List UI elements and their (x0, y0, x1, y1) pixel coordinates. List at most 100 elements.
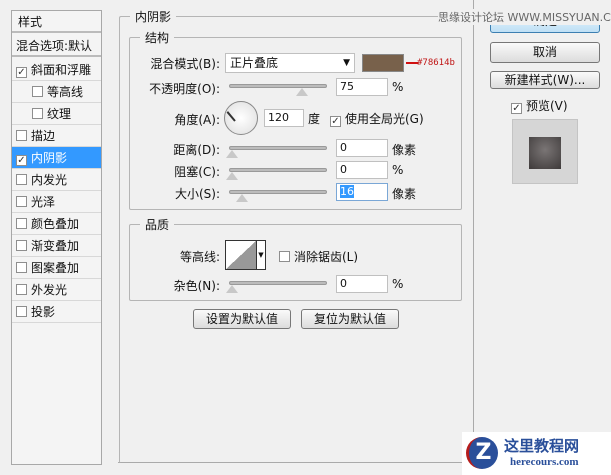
color-annotation: #78614b (417, 58, 455, 68)
blending-options-default[interactable]: 混合选项:默认 (12, 35, 101, 57)
style-item-label: 渐变叠加 (31, 239, 80, 253)
style-item-label: 颜色叠加 (31, 217, 80, 231)
watermark-top: 思缘设计论坛 WWW.MISSYUAN.COM (438, 9, 611, 25)
preview-label: 预览(V) (526, 99, 568, 113)
style-item[interactable]: 内发光 (12, 169, 101, 191)
slider-thumb[interactable] (235, 194, 248, 202)
style-item[interactable]: 纹理 (12, 103, 101, 125)
noise-input[interactable]: 0 (336, 275, 388, 293)
size-value: 16 (340, 185, 354, 198)
choke-unit: % (392, 163, 404, 177)
checkbox[interactable] (32, 86, 43, 97)
contour-picker[interactable]: ▼ (225, 240, 266, 270)
inner-shadow-title: 内阴影 (135, 10, 172, 24)
style-item[interactable]: 渐变叠加 (12, 235, 101, 257)
checkbox[interactable]: ✓ (330, 116, 341, 127)
checkbox[interactable] (16, 284, 27, 295)
choke-slider[interactable] (225, 168, 327, 180)
style-item-label: 等高线 (47, 85, 84, 99)
distance-label: 距离(D): (173, 143, 220, 157)
logo-text-en: herecours.com (510, 456, 579, 468)
angle-input[interactable]: 120 (264, 109, 304, 127)
style-item-label: 描边 (31, 129, 56, 143)
noise-unit: % (392, 277, 404, 291)
style-item-label: 斜面和浮雕 (31, 63, 92, 77)
checkbox[interactable] (16, 306, 27, 317)
style-item[interactable]: 描边 (12, 125, 101, 147)
new-style-button[interactable]: 新建样式(W)... (490, 71, 600, 89)
checkbox[interactable] (16, 174, 27, 185)
global-light-checkbox[interactable]: ✓ 使用全局光(G) (330, 110, 424, 127)
opacity-input[interactable]: 75 (336, 78, 388, 96)
style-item-label: 内阴影 (31, 151, 68, 165)
blend-mode-label: 混合模式(B): (150, 57, 220, 71)
style-item-label: 投影 (31, 305, 56, 319)
checkbox[interactable] (16, 130, 27, 141)
quality-title: 品质 (145, 218, 170, 232)
slider-thumb[interactable] (225, 172, 238, 180)
size-label: 大小(S): (174, 187, 220, 201)
blend-mode-value: 正片叠底 (230, 56, 279, 70)
choke-label: 阻塞(C): (174, 165, 220, 179)
style-item[interactable]: 光泽 (12, 191, 101, 213)
blend-mode-select[interactable]: 正片叠底 ▼ (225, 53, 355, 73)
contour-preview (226, 241, 256, 269)
logo-watermark: Z 这里教程网 herecours.com (462, 432, 611, 475)
slider-thumb[interactable] (296, 88, 308, 96)
style-item[interactable]: 外发光 (12, 279, 101, 301)
opacity-slider[interactable] (229, 84, 327, 96)
angle-needle (226, 111, 236, 122)
distance-slider[interactable] (225, 146, 327, 158)
checkbox[interactable] (16, 196, 27, 207)
angle-unit: 度 (308, 112, 321, 126)
logo-icon: Z (466, 437, 498, 469)
angle-dial[interactable] (224, 101, 258, 135)
chevron-down-icon: ▼ (343, 58, 350, 68)
style-item[interactable]: 颜色叠加 (12, 213, 101, 235)
global-light-label: 使用全局光(G) (345, 112, 424, 126)
checkbox[interactable] (32, 108, 43, 119)
contour-label: 等高线: (179, 250, 220, 264)
logo-text-cn: 这里教程网 (504, 437, 580, 455)
preview-swatch (529, 137, 561, 169)
style-item[interactable]: ✓ 斜面和浮雕 (12, 59, 101, 81)
style-item-label: 光泽 (31, 195, 56, 209)
shadow-color-swatch[interactable] (362, 54, 404, 72)
checkbox[interactable]: ✓ (511, 103, 522, 114)
style-item[interactable]: 图案叠加 (12, 257, 101, 279)
cancel-button[interactable]: 取消 (490, 42, 600, 63)
style-item[interactable]: ✓ 内阴影 (12, 147, 101, 169)
checkbox[interactable] (16, 218, 27, 229)
structure-title: 结构 (145, 31, 170, 45)
style-item-label: 内发光 (31, 173, 68, 187)
style-item-label: 纹理 (47, 107, 72, 121)
slider-thumb[interactable] (225, 150, 238, 158)
chevron-down-icon[interactable]: ▼ (256, 241, 265, 269)
checkbox[interactable] (16, 240, 27, 251)
size-unit: 像素 (392, 187, 417, 201)
angle-label: 角度(A): (174, 113, 220, 127)
make-default-button[interactable]: 设置为默认值 (193, 309, 291, 329)
size-slider[interactable] (229, 190, 327, 202)
slider-thumb[interactable] (225, 285, 238, 293)
noise-slider[interactable] (225, 281, 327, 293)
style-item-label: 图案叠加 (31, 261, 80, 275)
opacity-label: 不透明度(O): (149, 82, 220, 96)
checkbox[interactable] (16, 262, 27, 273)
style-item[interactable]: 等高线 (12, 81, 101, 103)
distance-input[interactable]: 0 (336, 139, 388, 157)
styles-list: 样式 混合选项:默认 ✓ 斜面和浮雕 等高线 纹理 描边 ✓ 内阴影 内发光 光泽 颜色叠加 渐变叠… (11, 10, 102, 465)
opacity-unit: % (392, 80, 404, 94)
distance-unit: 像素 (392, 143, 417, 157)
preview-checkbox[interactable]: ✓ 预览(V) (511, 97, 568, 114)
style-preview (512, 119, 578, 184)
checkbox[interactable] (279, 251, 290, 262)
checkbox[interactable]: ✓ (16, 155, 27, 166)
antialias-label: 消除锯齿(L) (294, 250, 359, 264)
size-input[interactable]: 16 (336, 183, 388, 201)
checkbox[interactable]: ✓ (16, 67, 27, 78)
choke-input[interactable]: 0 (336, 161, 388, 179)
reset-default-button[interactable]: 复位为默认值 (301, 309, 399, 329)
style-item[interactable]: 投影 (12, 301, 101, 323)
antialias-checkbox[interactable]: 消除锯齿(L) (279, 248, 358, 265)
